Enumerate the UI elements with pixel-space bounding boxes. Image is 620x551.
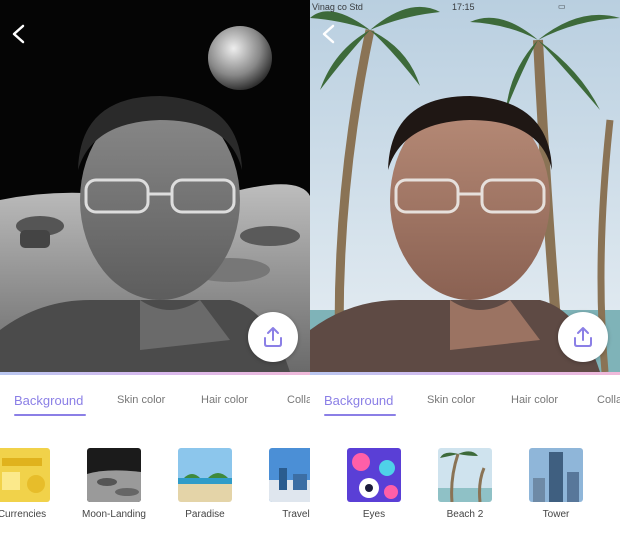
divider <box>310 372 620 375</box>
tab-collage[interactable]: Colla <box>287 394 310 406</box>
tab-bar: Background Skin color Hair color Colla <box>0 388 310 418</box>
tab-collage[interactable]: Colla <box>597 394 620 406</box>
tab-skin-color[interactable]: Skin color <box>117 394 165 406</box>
chevron-left-icon[interactable] <box>320 24 338 44</box>
thumb-paradise[interactable] <box>178 448 232 502</box>
divider <box>0 372 310 375</box>
thumb-label: Currencies <box>0 509 47 520</box>
tab-hair-color[interactable]: Hair color <box>201 394 248 406</box>
background-thumbnails: Currencies Moon-Landing Paradise Travel <box>0 446 310 526</box>
battery-icon: ▭ <box>558 2 566 11</box>
share-button[interactable] <box>248 312 298 362</box>
tab-skin-color[interactable]: Skin color <box>427 394 475 406</box>
bottom-panel: Background Skin color Hair color Colla E… <box>310 372 620 551</box>
active-tab-indicator <box>14 414 86 416</box>
moon-background-photo <box>0 0 310 372</box>
thumb-label: Moon-Landing <box>82 509 146 520</box>
thumb-label: Eyes <box>362 509 386 520</box>
carrier-text: Vinag co Std <box>312 2 363 12</box>
thumb-label: Paradise <box>185 509 225 520</box>
thumb-label: Travel <box>282 509 310 520</box>
tab-hair-color[interactable]: Hair color <box>511 394 558 406</box>
background-thumbnails: Eyes Beach 2 Tower <box>310 446 620 526</box>
thumb-beach-2[interactable] <box>438 448 492 502</box>
thumb-moon-landing[interactable] <box>87 448 141 502</box>
thumb-eyes[interactable] <box>347 448 401 502</box>
tab-bar: Background Skin color Hair color Colla <box>310 388 620 418</box>
thumb-travel[interactable] <box>269 448 310 502</box>
chevron-left-icon[interactable] <box>10 24 28 44</box>
right-screen: Vinag co Std 17:15 ▭ Background Skin col… <box>310 0 620 551</box>
bottom-panel: Background Skin color Hair color Colla C… <box>0 372 310 551</box>
upload-icon <box>574 327 592 347</box>
thumb-label: Tower <box>542 509 570 520</box>
thumb-label: Beach 2 <box>446 509 484 520</box>
thumb-currencies[interactable] <box>0 448 50 502</box>
tab-background[interactable]: Background <box>14 393 83 408</box>
share-button[interactable] <box>558 312 608 362</box>
upload-icon <box>264 327 282 347</box>
thumb-tower[interactable] <box>529 448 583 502</box>
active-tab-indicator <box>324 414 396 416</box>
tab-background[interactable]: Background <box>324 393 393 408</box>
palm-background-photo: Vinag co Std 17:15 ▭ <box>310 0 620 372</box>
left-screen: Background Skin color Hair color Colla C… <box>0 0 310 551</box>
status-time: 17:15 <box>452 2 475 12</box>
